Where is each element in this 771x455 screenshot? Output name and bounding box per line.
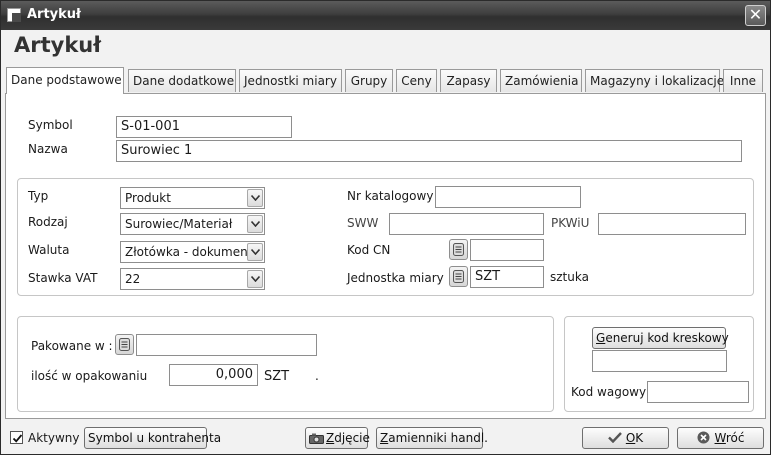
tab-ceny[interactable]: Ceny <box>396 69 437 92</box>
zdjecie-button[interactable]: Zdjęcie <box>305 427 370 449</box>
ok-mnemonic: O <box>625 431 636 445</box>
chevron-down-icon <box>251 249 260 255</box>
page-title: Artykuł <box>14 33 102 57</box>
kod-wagowy-label: Kod wagowy <box>571 385 647 399</box>
kod-cn-lookup-button[interactable] <box>449 239 468 260</box>
tab-grupy[interactable]: Grupy <box>345 69 393 92</box>
camera-icon <box>309 433 324 444</box>
barcode-group: Generuj kod kreskowy Kod wagowy <box>564 316 754 412</box>
wroc-mnemonic: W <box>714 431 726 445</box>
window-title: Artykuł <box>27 7 81 22</box>
checkmark-icon <box>607 432 622 444</box>
rodzaj-dropdown-button[interactable] <box>247 215 263 233</box>
pkwiu-label: PKWiU <box>551 216 590 230</box>
tab-magazyny-i-lokalizacje[interactable]: Magazyny i lokalizacje <box>585 69 724 92</box>
generate-barcode-label: eneruj kod kreskowy <box>605 331 729 345</box>
symbol-u-kontrahenta-button[interactable]: Symbol u kontrahenta <box>84 427 221 449</box>
tab-zapasy[interactable]: Zapasy <box>440 69 497 92</box>
sww-input[interactable] <box>389 213 544 235</box>
barcode-input[interactable] <box>592 350 727 372</box>
title-bar[interactable]: Artykuł ✕ <box>1 1 770 30</box>
aktywny-checkbox[interactable] <box>10 431 23 444</box>
jednostka-miary-description: sztuka <box>550 270 589 284</box>
chevron-down-icon <box>251 195 260 201</box>
ilosc-w-opakowaniu-label: ilość w opakowaniu <box>31 369 148 383</box>
stawka-vat-value: 22 <box>125 272 141 286</box>
close-icon: ✕ <box>748 5 763 24</box>
close-button[interactable]: ✕ <box>745 5 766 26</box>
wroc-label: róć <box>725 431 745 445</box>
nr-katalogowy-input[interactable] <box>435 186 581 208</box>
waluta-select[interactable]: Złotówka - dokumen <box>120 241 265 263</box>
pakowane-w-lookup-button[interactable] <box>115 334 134 355</box>
typ-value: Produkt <box>125 191 171 205</box>
generate-barcode-mnemonic: G <box>596 331 606 345</box>
zamienniki-mnemonic: Z <box>380 431 389 445</box>
ok-label: K <box>635 431 644 445</box>
jednostka-miary-lookup-button[interactable] <box>449 266 468 287</box>
ilosc-unit-label: SZT <box>264 369 290 384</box>
sww-label: SWW <box>347 216 379 230</box>
cancel-icon <box>697 431 710 444</box>
pkwiu-input[interactable] <box>598 213 746 235</box>
zamienniki-label: amienniki handl. <box>388 431 488 445</box>
app-window-icon <box>7 8 21 22</box>
tab-bar: Dane podstawowe Dane dodatkowe Jednostki… <box>6 67 766 94</box>
pakowane-w-input[interactable] <box>136 334 317 356</box>
ok-button[interactable]: OK <box>582 427 669 449</box>
jednostka-miary-label: Jednostka miary <box>347 271 444 285</box>
tab-zamowienia[interactable]: Zamówienia <box>500 69 582 92</box>
list-icon <box>119 338 130 351</box>
list-icon <box>453 243 464 256</box>
stawka-vat-label: Stawka VAT <box>28 271 98 285</box>
pakowane-w-label: Pakowane w : <box>31 339 113 353</box>
zdjecie-mnemonic: Z <box>326 431 335 445</box>
tab-dane-dodatkowe[interactable]: Dane dodatkowe <box>128 69 236 92</box>
nazwa-label: Nazwa <box>28 142 68 156</box>
rodzaj-value: Surowiec/Materiał <box>125 217 233 231</box>
waluta-value: Złotówka - dokumen <box>125 245 248 259</box>
waluta-dropdown-button[interactable] <box>247 243 263 261</box>
jednostka-miary-input[interactable]: SZT <box>470 266 544 288</box>
ilosc-w-opakowaniu-input[interactable]: 0,000 <box>169 364 258 386</box>
tab-dane-podstawowe[interactable]: Dane podstawowe <box>6 67 124 94</box>
waluta-label: Waluta <box>28 243 70 257</box>
ilosc-dot-label: . <box>315 369 319 383</box>
checkmark-icon <box>12 434 23 443</box>
kod-wagowy-input[interactable] <box>647 381 749 403</box>
packaging-group: Pakowane w : ilość w opakowaniu 0,000 SZ… <box>17 316 554 412</box>
chevron-down-icon <box>251 221 260 227</box>
classification-group: Typ Produkt Rodzaj Surowiec/Materiał Wal… <box>17 178 754 296</box>
tab-jednostki-miary[interactable]: Jednostki miary <box>239 69 342 92</box>
tab-inne[interactable]: Inne <box>723 69 763 92</box>
article-window: Artykuł ✕ Artykuł Dane podstawowe Dane d… <box>0 0 771 455</box>
tab-panel-dane-podstawowe: Symbol S-01-001 Nazwa Surowiec 1 Typ Pro… <box>5 93 766 419</box>
generate-barcode-button[interactable]: Generuj kod kreskowy <box>592 327 729 349</box>
symbol-label: Symbol <box>28 118 73 132</box>
stawka-vat-dropdown-button[interactable] <box>247 270 263 288</box>
typ-dropdown-button[interactable] <box>247 189 263 207</box>
symbol-input[interactable]: S-01-001 <box>116 116 292 138</box>
nr-katalogowy-label: Nr katalogowy <box>347 189 434 203</box>
list-icon <box>453 270 464 283</box>
stawka-vat-select[interactable]: 22 <box>120 268 265 290</box>
rodzaj-label: Rodzaj <box>28 215 68 229</box>
chevron-down-icon <box>251 276 260 282</box>
zdjecie-label: djęcie <box>334 431 370 445</box>
bottom-bar: Aktywny Symbol u kontrahenta Zdjęcie Zam… <box>1 421 770 454</box>
zamienniki-handl-button[interactable]: Zamienniki handl. <box>376 427 488 449</box>
kod-cn-label: Kod CN <box>347 243 391 257</box>
typ-select[interactable]: Produkt <box>120 187 265 209</box>
typ-label: Typ <box>28 189 49 203</box>
wroc-button[interactable]: Wróć <box>677 427 764 449</box>
aktywny-label: Aktywny <box>28 431 80 445</box>
kod-cn-input[interactable] <box>470 239 544 261</box>
rodzaj-select[interactable]: Surowiec/Materiał <box>120 213 265 235</box>
nazwa-input[interactable]: Surowiec 1 <box>116 140 742 162</box>
